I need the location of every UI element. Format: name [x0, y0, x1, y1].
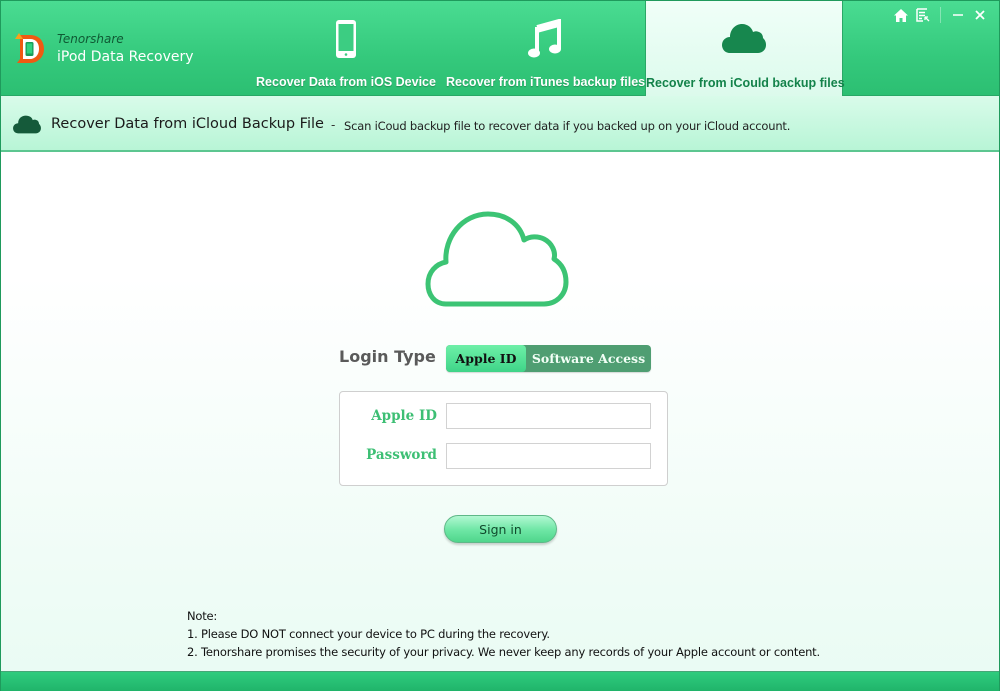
brand-company: Tenorshare — [57, 32, 124, 46]
music-note-icon — [528, 19, 561, 58]
password-input[interactable] — [446, 443, 651, 469]
footer-bar — [1, 671, 999, 691]
tab-recover-icloud-backup[interactable]: Recover from iCould backup files — [645, 1, 845, 97]
notes-section: Note: 1. Please DO NOT connect your devi… — [187, 607, 820, 661]
login-type-apple-id[interactable]: Apple ID — [446, 345, 526, 372]
minimize-button[interactable] — [947, 6, 969, 24]
apple-id-input[interactable] — [446, 403, 651, 429]
feedback-icon — [916, 8, 930, 22]
close-button[interactable] — [969, 6, 991, 24]
tab-label: Recover from iCould backup files — [646, 76, 845, 90]
note-item: 1. Please DO NOT connect your device to … — [187, 627, 550, 641]
apple-id-label: Apple ID — [371, 408, 437, 424]
section-title: Recover Data from iCloud Backup File — [51, 116, 324, 132]
feedback-button[interactable] — [912, 6, 934, 24]
minimize-icon — [953, 14, 963, 16]
tab-recover-itunes-backup[interactable]: Recover from iTunes backup files — [446, 1, 646, 96]
login-type-label: Login Type — [339, 347, 436, 366]
section-description: Scan iCoud backup file to recover data i… — [344, 119, 791, 133]
login-form: Apple ID Password — [339, 391, 668, 486]
login-type-toggle: Apple ID Software Access — [446, 345, 651, 372]
window-controls — [890, 6, 991, 24]
tab-label: Recover Data from iOS Device — [256, 75, 436, 89]
note-item: 2. Tenorshare promises the security of y… — [187, 645, 820, 659]
app-window: Tenorshare iPod Data Recovery Recover Da… — [0, 0, 1000, 691]
tab-recover-ios-device[interactable]: Recover Data from iOS Device — [253, 1, 439, 96]
sign-in-button[interactable]: Sign in — [444, 515, 557, 543]
password-label: Password — [366, 447, 437, 463]
header-bar: Tenorshare iPod Data Recovery Recover Da… — [1, 1, 999, 97]
cloud-icon — [722, 24, 766, 53]
close-icon — [975, 10, 985, 20]
app-title: iPod Data Recovery — [57, 49, 194, 65]
title-separator: - — [331, 118, 336, 132]
icloud-outline-icon — [425, 211, 569, 307]
notes-heading: Note: — [187, 609, 218, 623]
login-type-software-access[interactable]: Software Access — [526, 345, 651, 372]
home-icon — [894, 8, 908, 22]
controls-divider — [940, 7, 941, 23]
tenorshare-logo-icon — [15, 33, 44, 63]
home-button[interactable] — [890, 6, 912, 24]
section-header: Recover Data from iCloud Backup File - S… — [1, 96, 999, 152]
cloud-icon — [13, 115, 41, 134]
ipod-device-icon — [336, 20, 356, 58]
tab-label: Recover from iTunes backup files — [446, 75, 646, 89]
